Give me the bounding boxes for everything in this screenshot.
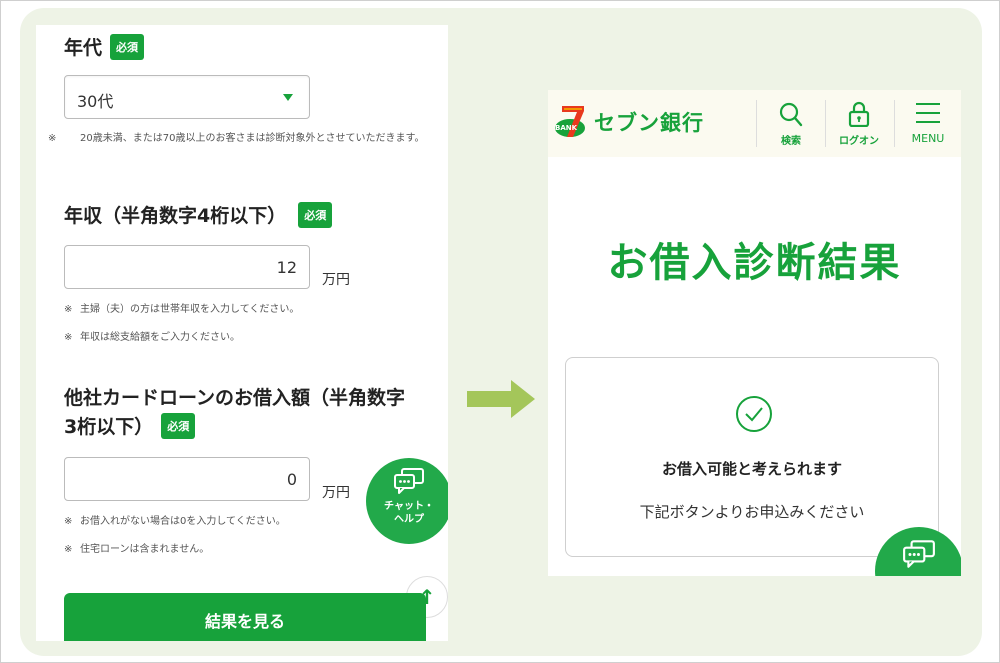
menu-label: MENU bbox=[911, 132, 945, 145]
hamburger-menu-icon bbox=[916, 103, 940, 123]
seven-bank-logo-icon: BANK bbox=[555, 106, 585, 137]
result-heading: お借入可能と考えられます bbox=[661, 460, 842, 478]
required-badge: 必須 bbox=[298, 201, 333, 228]
income-unit: 万円 bbox=[322, 272, 350, 288]
result-screen: BANK セブン銀行 検索 ログオン MENU お借入診断結果 お借入可能と考え… bbox=[548, 90, 961, 576]
search-icon bbox=[779, 102, 803, 127]
other-loans-label-line2: 3桁以下） bbox=[64, 416, 154, 438]
seven-bank-logo[interactable]: BANK セブン銀行 bbox=[554, 104, 704, 140]
arrow-right-icon bbox=[467, 380, 537, 422]
chat-help-label: チャット・ ヘルプ bbox=[384, 501, 434, 525]
logon-button[interactable]: ログオン bbox=[826, 90, 892, 157]
bank-name: セブン銀行 bbox=[594, 111, 704, 135]
check-circle-icon bbox=[735, 395, 773, 437]
income-input[interactable]: 12 bbox=[64, 245, 310, 289]
svg-text:BANK: BANK bbox=[555, 124, 578, 132]
lock-icon bbox=[848, 101, 870, 127]
income-label-row: 年収（半角数字4桁以下） 必須 bbox=[64, 201, 333, 228]
form-screen: 年代 必須 30代 ※ 20歳未満、または70歳以上のお客さまは診断対象外とさせて… bbox=[36, 25, 448, 641]
required-badge: 必須 bbox=[161, 412, 196, 439]
age-select[interactable]: 30代 bbox=[64, 75, 310, 119]
other-loans-label-line1: 他社カードローンのお借入額（半角数字 bbox=[64, 387, 406, 409]
header-divider bbox=[756, 100, 757, 147]
site-header: BANK セブン銀行 検索 ログオン MENU bbox=[548, 90, 961, 157]
other-loans-label-row: 他社カードローンのお借入額（半角数字 bbox=[64, 383, 405, 410]
page-title: お借入診断結果 bbox=[607, 240, 902, 286]
logon-label: ログオン bbox=[839, 136, 879, 147]
result-card: お借入可能と考えられます 下記ボタンよりお申込みください bbox=[565, 357, 939, 557]
other-loans-input-value: 0 bbox=[286, 470, 297, 489]
view-result-button[interactable]: 結果を見る bbox=[64, 593, 426, 641]
age-select-value: 30代 bbox=[77, 92, 114, 111]
age-label-row: 年代 必須 bbox=[64, 33, 145, 60]
search-button[interactable]: 検索 bbox=[758, 90, 824, 157]
chat-help-button[interactable]: チャット・ ヘルプ bbox=[366, 458, 448, 544]
age-label: 年代 bbox=[64, 37, 103, 59]
required-badge: 必須 bbox=[110, 33, 145, 60]
dropdown-caret-icon bbox=[283, 94, 293, 101]
result-instruction: 下記ボタンよりお申込みください bbox=[639, 503, 865, 521]
income-note-1: ※ 主婦（夫）の方は世帯年収を入力してください。 bbox=[64, 304, 300, 315]
income-input-value: 12 bbox=[276, 258, 297, 277]
search-label: 検索 bbox=[781, 136, 801, 147]
chat-icon bbox=[903, 540, 935, 568]
other-loans-note-2: ※ 住宅ローンは含まれません。 bbox=[64, 544, 210, 555]
income-label: 年収（半角数字4桁以下） bbox=[64, 205, 287, 227]
age-note: ※ 20歳未満、または70歳以上のお客さまは診断対象外とさせていただきます。 bbox=[48, 133, 425, 144]
income-note-2: ※ 年収は総支給額をご入力ください。 bbox=[64, 332, 240, 343]
other-loans-unit: 万円 bbox=[322, 485, 350, 501]
other-loans-label-row-2: 3桁以下） 必須 bbox=[64, 412, 196, 439]
menu-button[interactable]: MENU bbox=[895, 90, 961, 157]
chat-icon bbox=[393, 468, 425, 494]
other-loans-input[interactable]: 0 bbox=[64, 457, 310, 501]
